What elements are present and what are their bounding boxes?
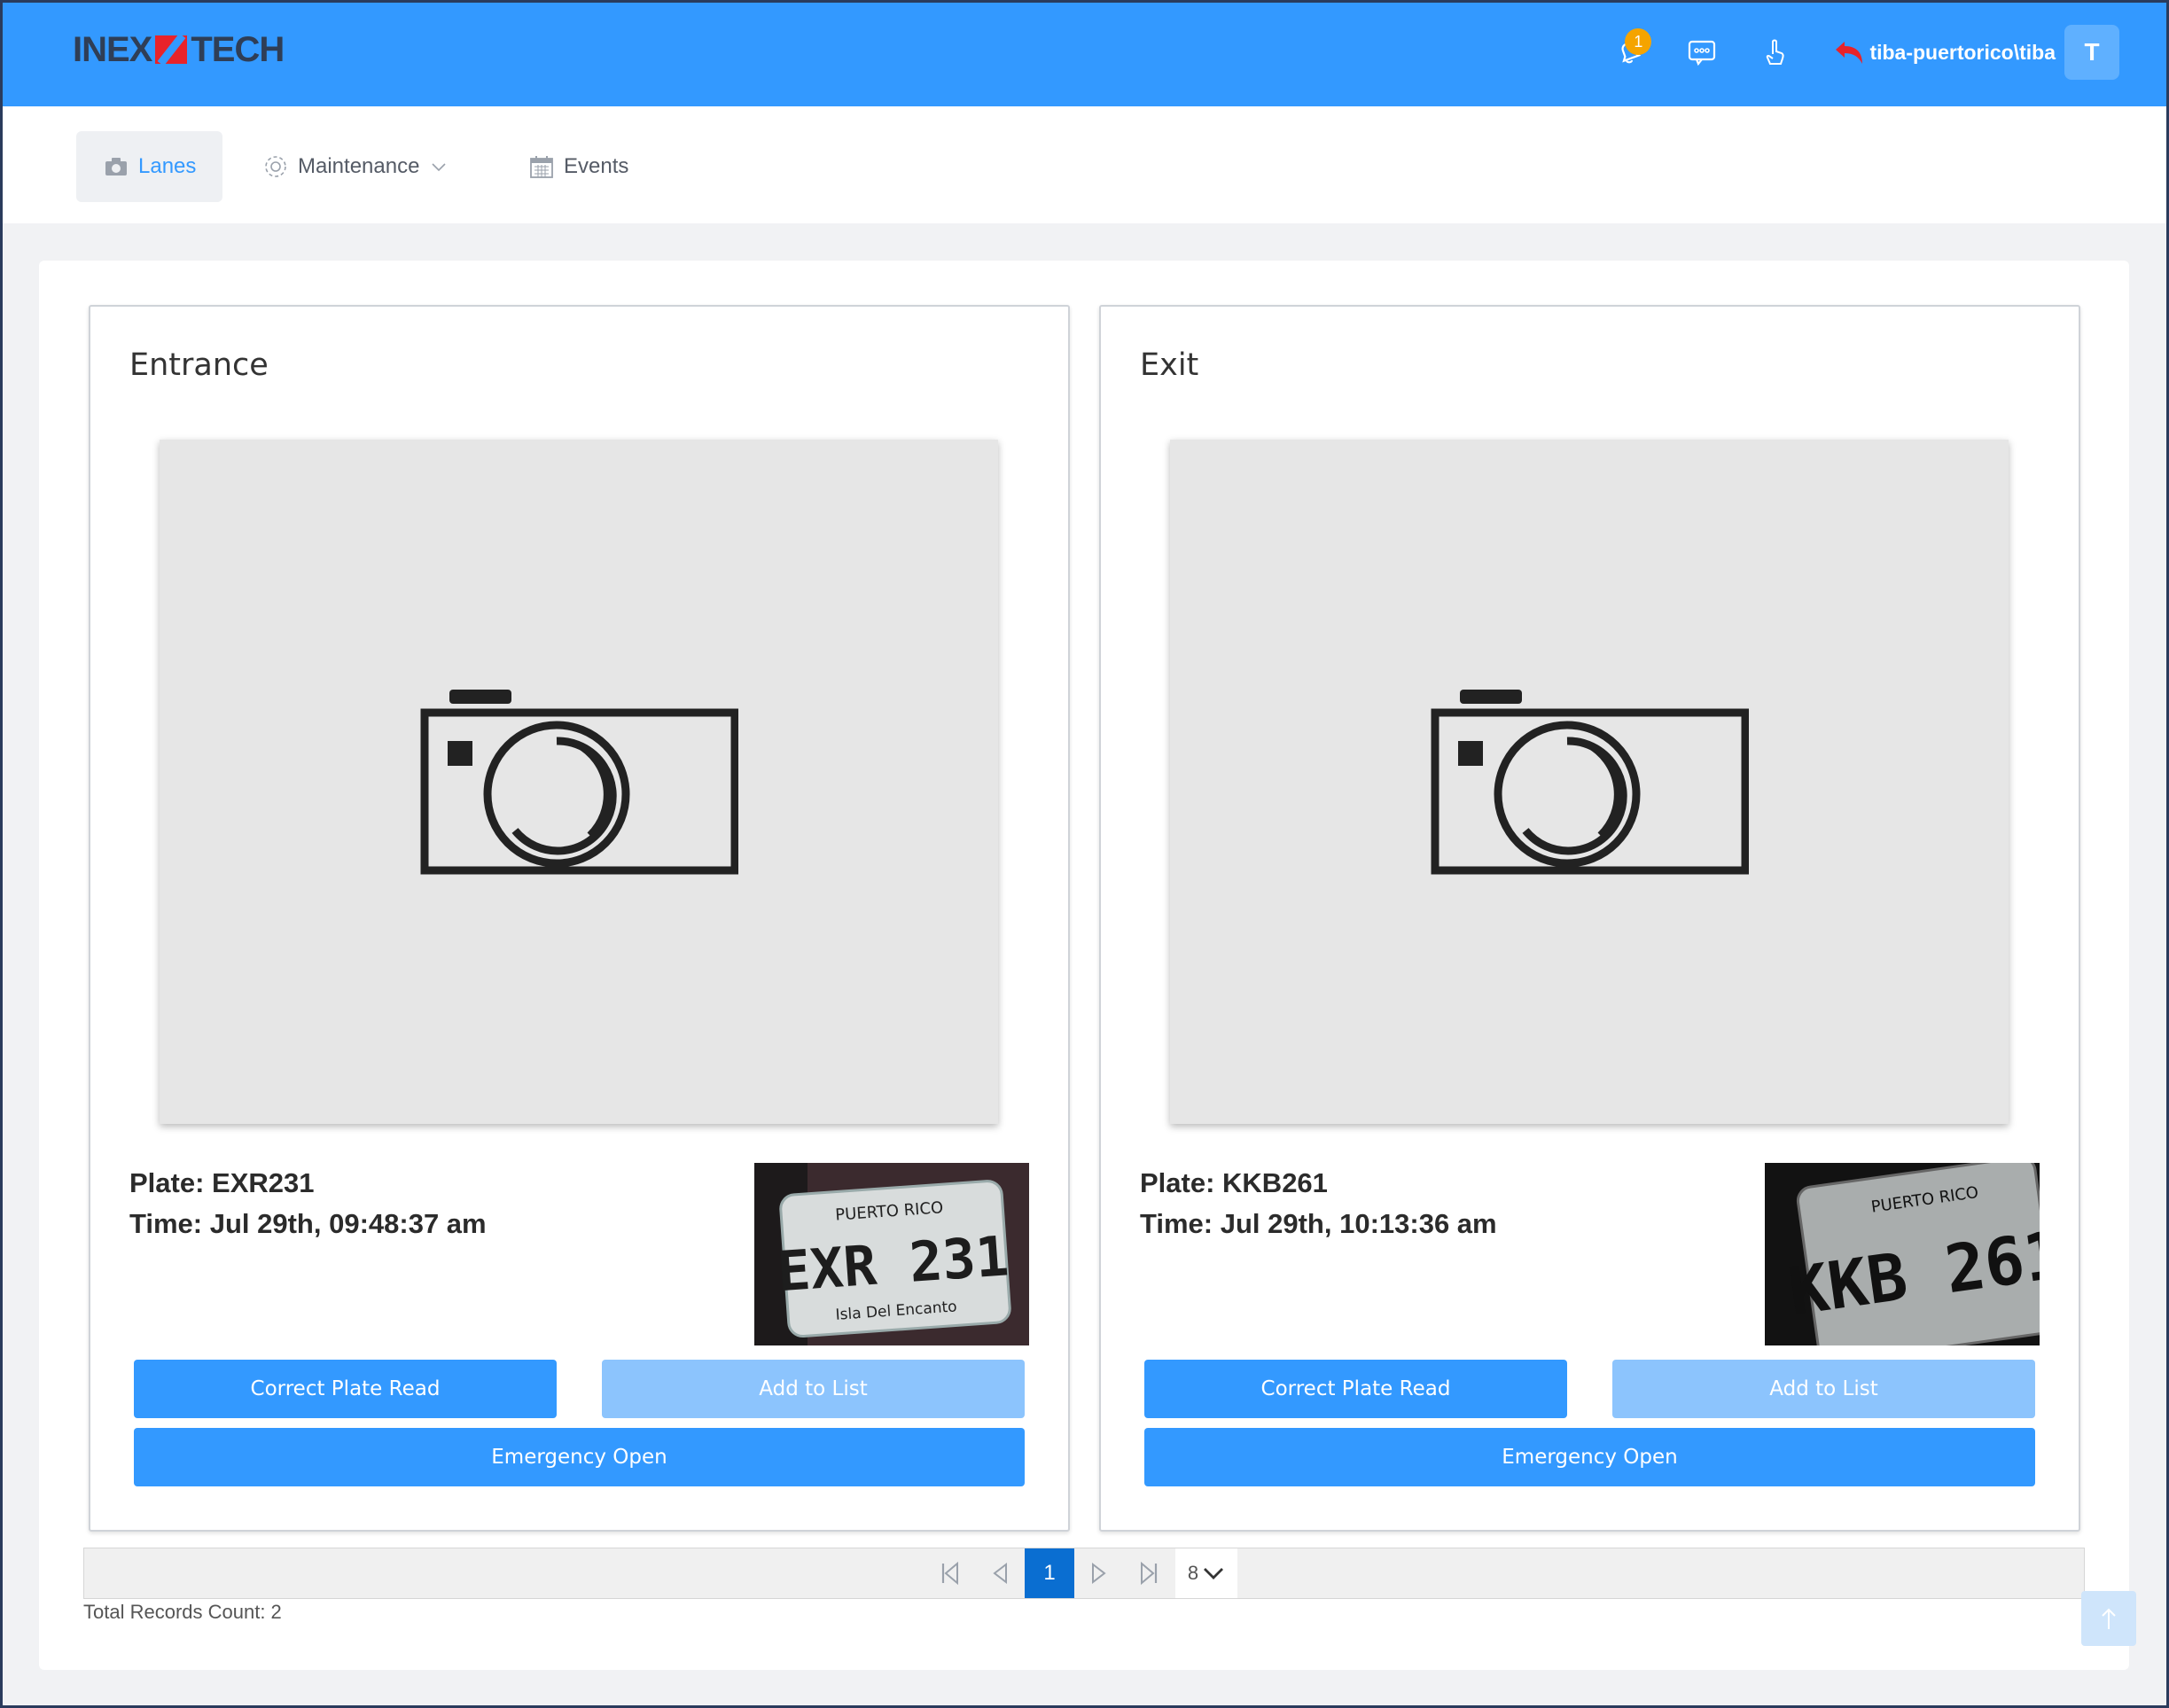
brand-logo[interactable]: INEX TECH [73, 27, 285, 73]
chevron-down-icon [432, 163, 447, 172]
emergency-open-button[interactable]: Emergency Open [1144, 1428, 2035, 1486]
tab-lanes-label: Lanes [138, 154, 197, 178]
lane-title: Entrance [129, 347, 269, 383]
main-nav: Lanes Maintenance Events [3, 106, 2166, 223]
chevron-down-icon [1204, 1568, 1224, 1579]
page-size-value: 8 [1187, 1562, 1199, 1584]
avatar[interactable]: T [2064, 25, 2119, 80]
next-page-button[interactable] [1074, 1548, 1124, 1598]
correct-plate-read-button[interactable]: Correct Plate Read [134, 1360, 557, 1418]
lane-title: Exit [1140, 347, 1199, 383]
camera-placeholder-icon [420, 690, 738, 875]
plate-image[interactable]: PUERTO RICO EXR 231 Isla Del Encanto [754, 1163, 1029, 1345]
license-plate-image: PUERTO RICO KKB 261 [1765, 1163, 2040, 1345]
chat-icon [1689, 40, 1716, 66]
logo-text-left: INEX [73, 29, 152, 69]
tab-events-label: Events [564, 154, 629, 178]
logo-text-right: TECH [191, 29, 285, 69]
last-page-icon [1141, 1561, 1158, 1586]
camera-feed[interactable] [160, 440, 998, 1124]
camera-feed[interactable] [1170, 440, 2009, 1124]
read-time: Time: Jul 29th, 09:48:37 am [129, 1208, 487, 1239]
tab-maintenance[interactable]: Maintenance [236, 131, 483, 202]
page-number-current[interactable]: 1 [1025, 1548, 1074, 1598]
prev-page-button[interactable] [975, 1548, 1025, 1598]
user-context-label: tiba-puertorico\tiba [1869, 40, 2056, 64]
logo-mark-icon [155, 35, 188, 64]
pagination-bar: 1 8 [83, 1548, 2085, 1599]
read-time: Time: Jul 29th, 10:13:36 am [1140, 1208, 1497, 1239]
notifications-button[interactable]: 1 [1602, 25, 1657, 80]
tab-maintenance-label: Maintenance [298, 154, 420, 178]
plate-number: Plate: KKB261 [1140, 1167, 1328, 1198]
next-page-icon [1092, 1562, 1106, 1585]
first-page-icon [941, 1561, 958, 1586]
emergency-open-button[interactable]: Emergency Open [134, 1428, 1025, 1486]
camera-placeholder-icon [1431, 690, 1749, 875]
license-plate-image: PUERTO RICO EXR 231 Isla Del Encanto [754, 1163, 1029, 1345]
lane-card-exit: Exit Plate: KKB261 Time: Jul 29th, 10:13… [1099, 305, 2080, 1532]
camera-icon [105, 158, 127, 175]
prev-page-icon [993, 1562, 1007, 1585]
calendar-icon [530, 156, 553, 178]
switch-user-icon [1836, 42, 1863, 64]
gear-icon [265, 156, 286, 177]
add-to-list-button[interactable]: Add to List [1612, 1360, 2035, 1418]
touch-mode-button[interactable] [1747, 25, 1802, 80]
top-header: INEX TECH 1 tiba-puertorico\tiba T [0, 0, 2169, 106]
pagination-controls: 1 8 [925, 1548, 1237, 1598]
page-size-select[interactable]: 8 [1175, 1548, 1237, 1598]
tab-lanes[interactable]: Lanes [76, 131, 223, 202]
header-actions: 1 tiba-puertorico\tiba T [1584, 25, 2119, 80]
add-to-list-button[interactable]: Add to List [602, 1360, 1025, 1418]
plate-image[interactable]: PUERTO RICO KKB 261 [1765, 1163, 2040, 1345]
total-records-count: Total Records Count: 2 [83, 1601, 282, 1623]
messages-button[interactable] [1674, 25, 1729, 80]
plate-info: Plate: KKB261 Time: Jul 29th, 10:13:36 a… [1140, 1163, 1497, 1244]
arrow-up-icon [2102, 1608, 2116, 1629]
first-page-button[interactable] [925, 1548, 975, 1598]
tab-events[interactable]: Events [502, 131, 655, 202]
notification-badge: 1 [1625, 28, 1652, 55]
lane-card-entrance: Entrance Plate: EXR231 Time: Jul 29th, 0… [89, 305, 1070, 1532]
lanes-panel: Entrance Plate: EXR231 Time: Jul 29th, 0… [39, 261, 2129, 1670]
plate-number: Plate: EXR231 [129, 1167, 315, 1198]
scroll-to-top-button[interactable] [2081, 1591, 2136, 1646]
plate-info: Plate: EXR231 Time: Jul 29th, 09:48:37 a… [129, 1163, 487, 1244]
user-context[interactable]: tiba-puertorico\tiba [1834, 39, 2056, 66]
touch-icon [1767, 39, 1785, 65]
last-page-button[interactable] [1124, 1548, 1174, 1598]
correct-plate-read-button[interactable]: Correct Plate Read [1144, 1360, 1567, 1418]
